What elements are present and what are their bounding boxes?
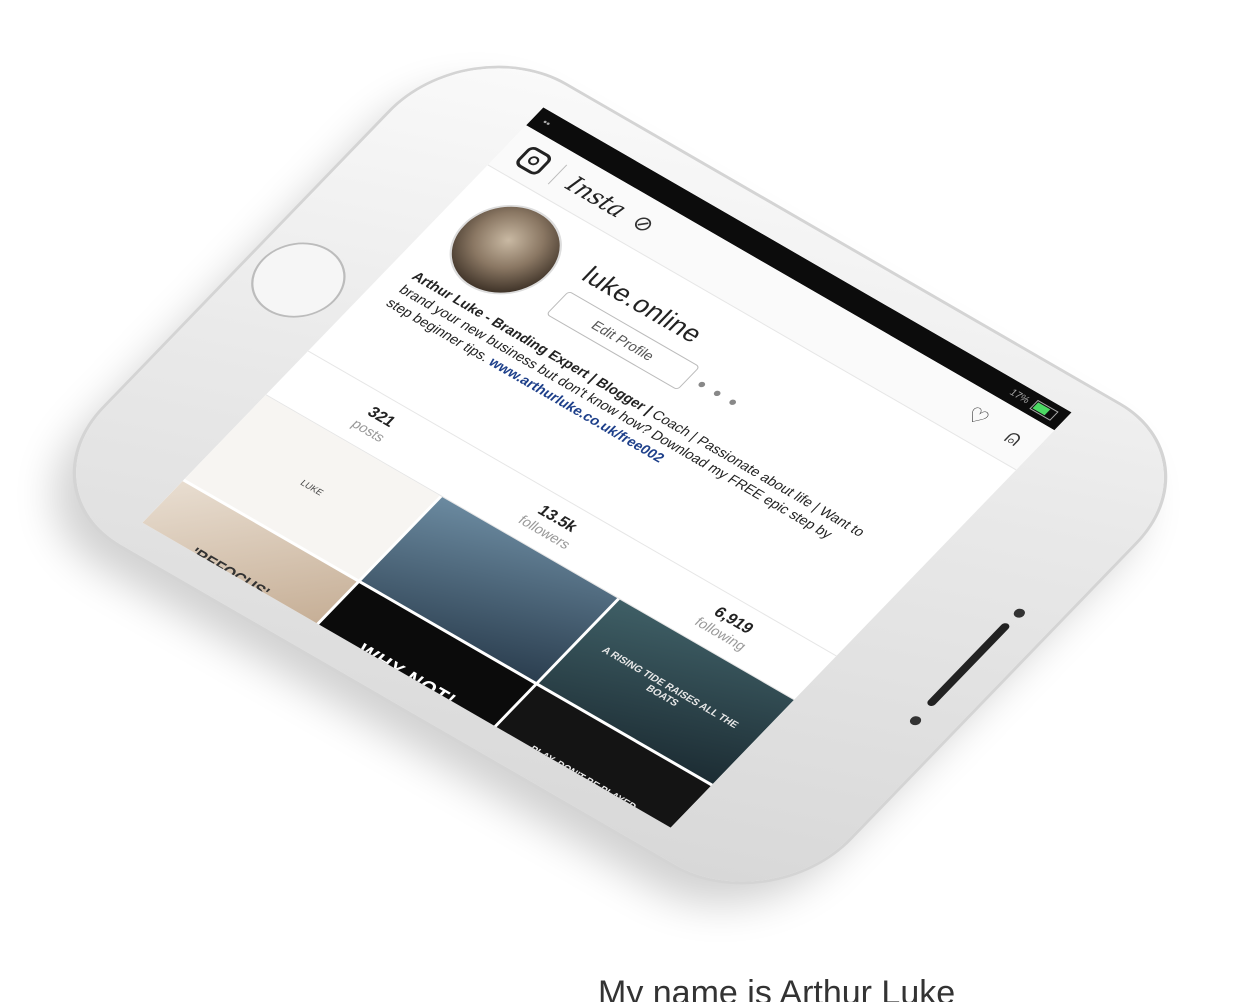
status-signal: •• (539, 117, 554, 129)
status-battery-text: 17% (1007, 387, 1033, 406)
header-actions: ♡ ⍝ (960, 402, 1029, 450)
stage: •• 17% Insta ⊘ ♡ ⍝ luke.online Edit Prof… (0, 0, 1238, 1002)
heart-icon[interactable]: ♡ (960, 402, 995, 430)
more-options-button[interactable]: • • • (689, 373, 747, 415)
explore-icon[interactable]: ⊘ (627, 209, 661, 237)
camera-icon[interactable] (513, 144, 555, 177)
user-icon[interactable]: ⍝ (1000, 425, 1029, 450)
page-caption: My name is Arthur Luke (598, 974, 956, 1002)
header-divider (548, 164, 568, 184)
phone-device: •• 17% Insta ⊘ ♡ ⍝ luke.online Edit Prof… (25, 30, 1215, 920)
